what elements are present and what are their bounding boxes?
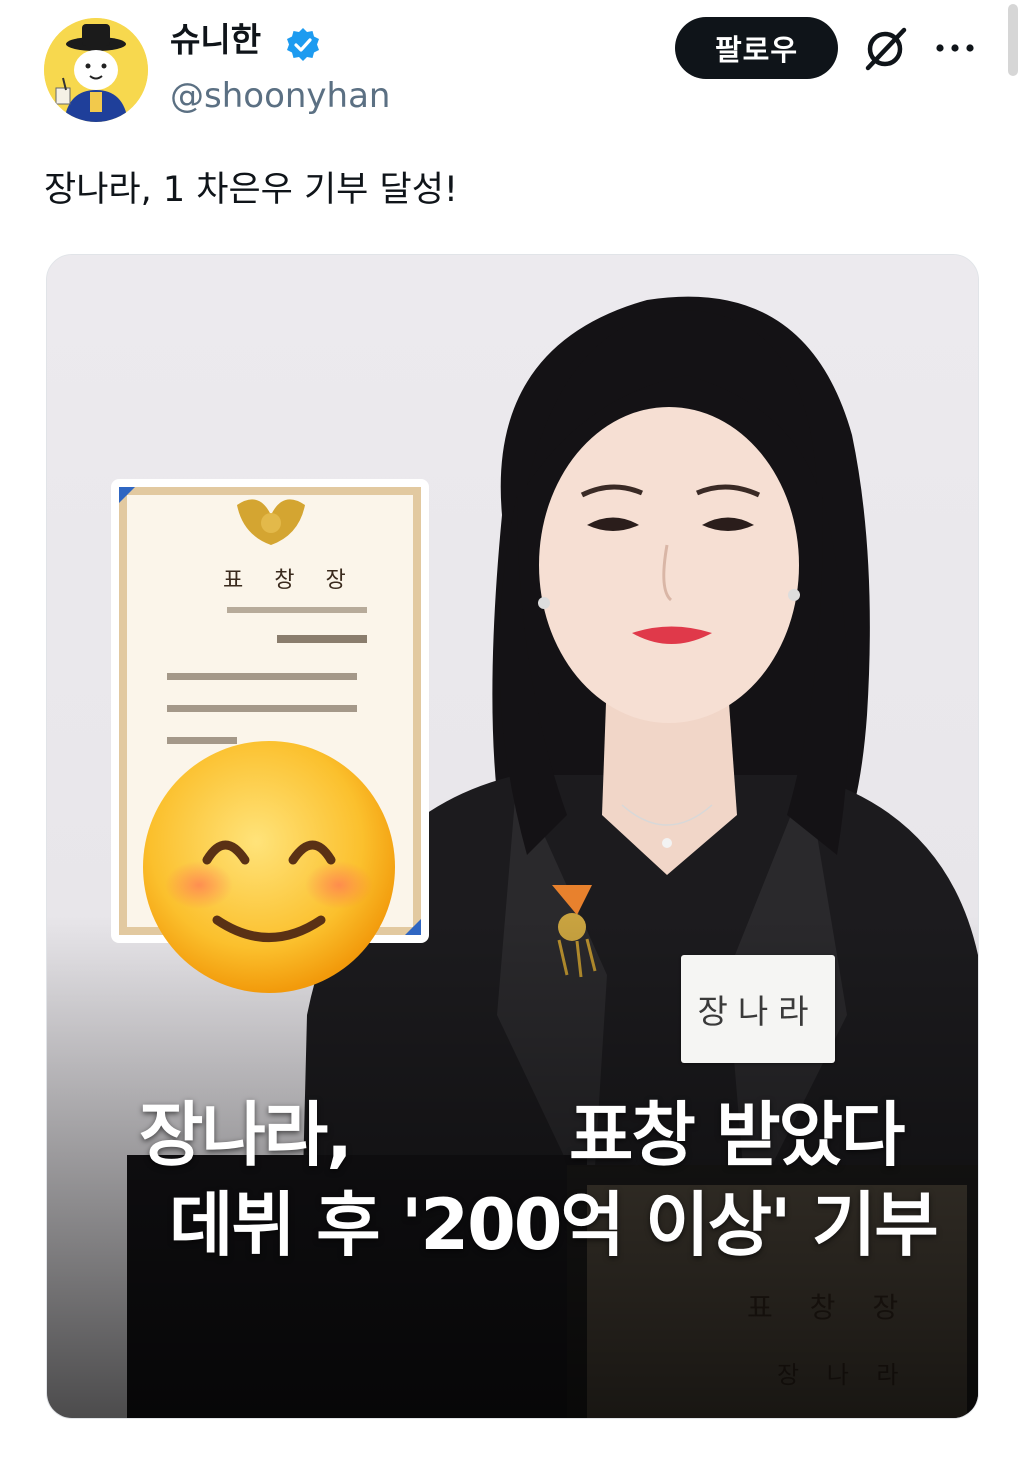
more-icon[interactable] bbox=[934, 38, 976, 58]
follow-button[interactable]: 팔로우 bbox=[675, 17, 838, 79]
tweet-media[interactable]: 표 창 장 장 나 라 표 창 장 장나라 장나라, 표창 받았다 bbox=[46, 254, 979, 1419]
name-tag-label: 장나라 bbox=[697, 992, 819, 1031]
tweet-text: 장나라, 1 차은우 기부 달성! bbox=[44, 170, 458, 210]
avatar[interactable] bbox=[44, 18, 148, 122]
caption-line-1-left: 장나라, bbox=[139, 1094, 353, 1176]
verified-badge-icon bbox=[287, 28, 319, 61]
certificate-title: 표 창 장 bbox=[223, 568, 358, 593]
caption-line-1-right: 표창 받았다 bbox=[569, 1094, 905, 1176]
display-name[interactable]: 슈니한 bbox=[170, 20, 261, 60]
caption-line-2: 데뷔 후 '200억 이상' 기부 bbox=[169, 1184, 939, 1266]
name-tag: 장나라 bbox=[681, 955, 835, 1063]
smiling-face-emoji bbox=[143, 741, 395, 993]
handle[interactable]: @shoonyhan bbox=[170, 74, 390, 118]
grok-icon[interactable] bbox=[860, 24, 910, 74]
scrollbar[interactable] bbox=[1008, 4, 1018, 76]
